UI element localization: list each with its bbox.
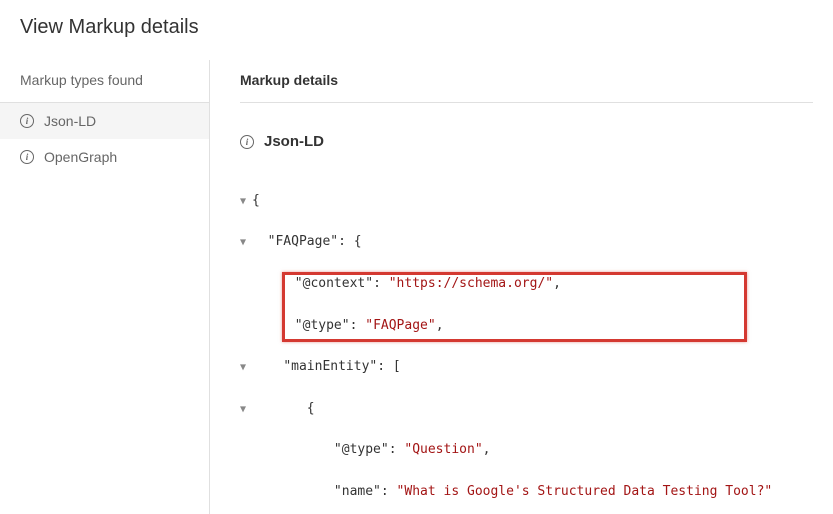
- tree-toggle[interactable]: ▼: [240, 194, 252, 210]
- info-icon: i: [20, 114, 34, 128]
- sidebar-heading: Markup types found: [0, 60, 209, 103]
- tree-toggle[interactable]: ▼: [240, 360, 252, 376]
- tree-toggle[interactable]: ▼: [240, 235, 252, 251]
- json-line: ▼ "FAQPage": {: [240, 232, 813, 253]
- json-line: ▼{: [240, 191, 813, 212]
- tree-toggle[interactable]: ▼: [240, 402, 252, 418]
- main-heading: Markup details: [240, 60, 813, 103]
- json-line: ▼ "mainEntity": [: [240, 357, 813, 378]
- info-icon: i: [240, 135, 254, 149]
- sidebar-item-jsonld[interactable]: i Json-LD: [0, 103, 209, 139]
- json-line: "@type": "Question",: [240, 440, 813, 461]
- info-icon: i: [20, 150, 34, 164]
- main-panel: Markup details i Json-LD ▼{ ▼ "FAQPage":…: [210, 60, 833, 514]
- content-area: Markup types found i Json-LD i OpenGraph…: [0, 60, 833, 514]
- page-title: View Markup details: [20, 16, 813, 39]
- page-header: View Markup details: [0, 0, 833, 60]
- sidebar-item-label: OpenGraph: [44, 149, 117, 165]
- json-line: ▼ {: [240, 399, 813, 420]
- json-tree-viewer: ▼{ ▼ "FAQPage": { "@context": "https://s…: [240, 170, 813, 514]
- sidebar-item-label: Json-LD: [44, 113, 96, 129]
- section-title-text: Json-LD: [264, 133, 324, 150]
- section-title: i Json-LD: [240, 133, 813, 150]
- sidebar: Markup types found i Json-LD i OpenGraph: [0, 60, 210, 514]
- json-line: "name": "What is Google's Structured Dat…: [240, 482, 813, 503]
- sidebar-item-opengraph[interactable]: i OpenGraph: [0, 139, 209, 175]
- json-line: "@type": "FAQPage",: [240, 316, 813, 337]
- json-line: "@context": "https://schema.org/",: [240, 274, 813, 295]
